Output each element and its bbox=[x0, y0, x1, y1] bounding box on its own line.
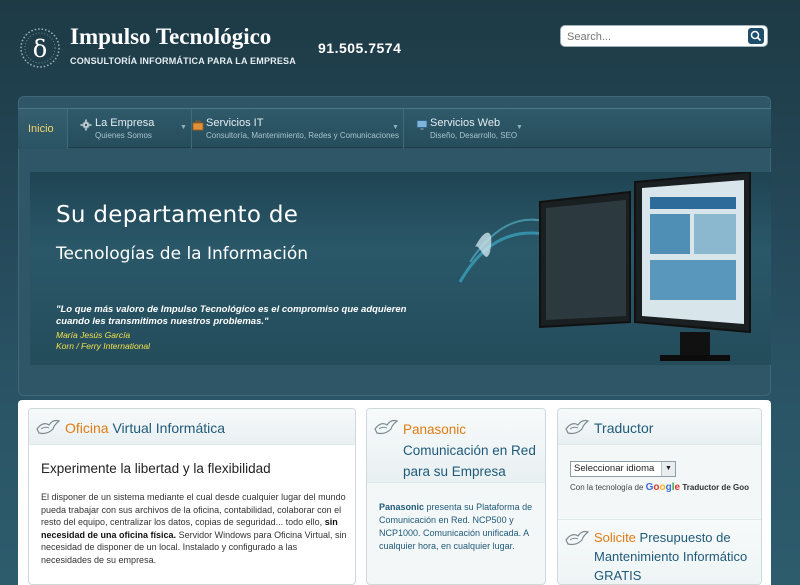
title-rest: Virtual Informática bbox=[112, 420, 226, 436]
translate-link[interactable]: Traductor de Goo bbox=[682, 483, 749, 492]
box-header: Oficina Virtual Informática bbox=[29, 409, 355, 445]
nav-item-servicios-web[interactable]: Servicios Web Diseño, Desarrollo, SEO ▼ bbox=[404, 109, 524, 149]
title-rest: Comunicación en Red para su Empresa bbox=[403, 443, 536, 479]
nav-arrow-icon: ▼ bbox=[516, 124, 523, 131]
select-value: Seleccionar idioma bbox=[574, 463, 655, 474]
section-paragraph: El disponer de un sistema mediante el cu… bbox=[41, 491, 347, 566]
chevron-down-icon: ▼ bbox=[661, 462, 675, 476]
delta-logo-icon: δ bbox=[20, 28, 60, 68]
phone-number: 91.505.7574 bbox=[318, 40, 402, 56]
svg-text:δ: δ bbox=[33, 35, 47, 63]
banner-title-line1: Su departamento de bbox=[56, 202, 299, 228]
box-header: Panasonic Comunicación en Red para su Em… bbox=[367, 409, 545, 483]
para-bold: Panasonic bbox=[379, 502, 425, 512]
hero-banner: Su departamento de Tecnologías de la Inf… bbox=[30, 172, 771, 365]
bird-icon bbox=[36, 419, 61, 435]
banner-quote: "Lo que más valoro de Impulso Tecnológic… bbox=[56, 304, 407, 327]
author-name: María Jesús García bbox=[56, 330, 131, 340]
search-input[interactable] bbox=[567, 28, 745, 45]
search-button[interactable] bbox=[748, 28, 764, 44]
logo-title: Impulso Tecnológico bbox=[70, 24, 272, 49]
site-logo[interactable]: δ Impulso Tecnológico CONSULTORÍA INFORM… bbox=[20, 16, 296, 76]
monitor-icon bbox=[416, 120, 428, 130]
box-solicite: Solicite Presupuesto de Mantenimiento In… bbox=[558, 519, 761, 584]
logo-subtitle: CONSULTORÍA INFORMÁTICA PARA LA EMPRESA bbox=[70, 56, 296, 66]
box-panasonic: Panasonic Comunicación en Red para su Em… bbox=[366, 408, 546, 585]
banner-author: María Jesús García Korn / Ferry Internat… bbox=[56, 330, 150, 352]
box-title[interactable]: Solicite Presupuesto de Mantenimiento In… bbox=[594, 528, 759, 584]
para-start: El disponer de un sistema mediante el cu… bbox=[41, 492, 346, 527]
title-highlight: Solicite bbox=[594, 530, 636, 545]
title-highlight: Panasonic bbox=[403, 422, 467, 437]
briefcase-icon bbox=[192, 120, 204, 131]
powered-by-text: Con la tecnología de bbox=[570, 483, 644, 492]
nav-desc: Quienes Somos bbox=[95, 131, 152, 140]
box-header: Traductor bbox=[558, 409, 761, 445]
search-box bbox=[560, 25, 768, 47]
box-oficina-virtual: Oficina Virtual Informática Experimente … bbox=[28, 408, 356, 585]
nav-arrow-icon: ▼ bbox=[180, 124, 187, 131]
main-nav: Inicio La Empresa Quienes Somos ▼ Servic… bbox=[18, 108, 771, 149]
box-traductor: Traductor Seleccionar idioma ▼ Con la te… bbox=[557, 408, 762, 585]
nav-title: La Empresa bbox=[95, 117, 155, 129]
nav-title: Servicios IT bbox=[206, 117, 264, 129]
box-title: Traductor bbox=[594, 420, 654, 436]
language-select[interactable]: Seleccionar idioma ▼ bbox=[570, 461, 676, 477]
section-heading: Experimente la libertad y la flexibilida… bbox=[41, 461, 271, 476]
nav-arrow-icon: ▼ bbox=[392, 124, 399, 131]
nav-desc: Consultoría, Mantenimiento, Redes y Comu… bbox=[206, 131, 399, 140]
bird-icon bbox=[565, 419, 590, 435]
nav-item-la-empresa[interactable]: La Empresa Quienes Somos ▼ bbox=[68, 109, 192, 149]
google-translate-powered: Con la tecnología de Google Traductor de… bbox=[570, 482, 749, 493]
title-highlight: Oficina bbox=[65, 420, 109, 436]
nav-title: Servicios Web bbox=[430, 117, 501, 129]
nav-home-label: Inicio bbox=[28, 123, 54, 135]
nav-home[interactable]: Inicio bbox=[18, 109, 68, 149]
nav-desc: Diseño, Desarrollo, SEO bbox=[430, 131, 518, 140]
author-company: Korn / Ferry International bbox=[56, 341, 151, 351]
google-logo[interactable]: Google bbox=[646, 482, 680, 493]
search-icon bbox=[750, 30, 762, 42]
box-title[interactable]: Oficina Virtual Informática bbox=[65, 420, 225, 436]
box-title[interactable]: Panasonic Comunicación en Red para su Em… bbox=[403, 419, 543, 482]
section-paragraph: Panasonic presenta su Plataforma de Comu… bbox=[379, 501, 539, 553]
gear-icon bbox=[80, 119, 92, 131]
bird-icon bbox=[374, 419, 399, 435]
monitors-illustration bbox=[458, 172, 751, 361]
banner-title-line2: Tecnologías de la Información bbox=[56, 244, 309, 264]
nav-item-servicios-it[interactable]: Servicios IT Consultoría, Mantenimiento,… bbox=[192, 109, 404, 149]
bird-icon bbox=[565, 530, 590, 546]
